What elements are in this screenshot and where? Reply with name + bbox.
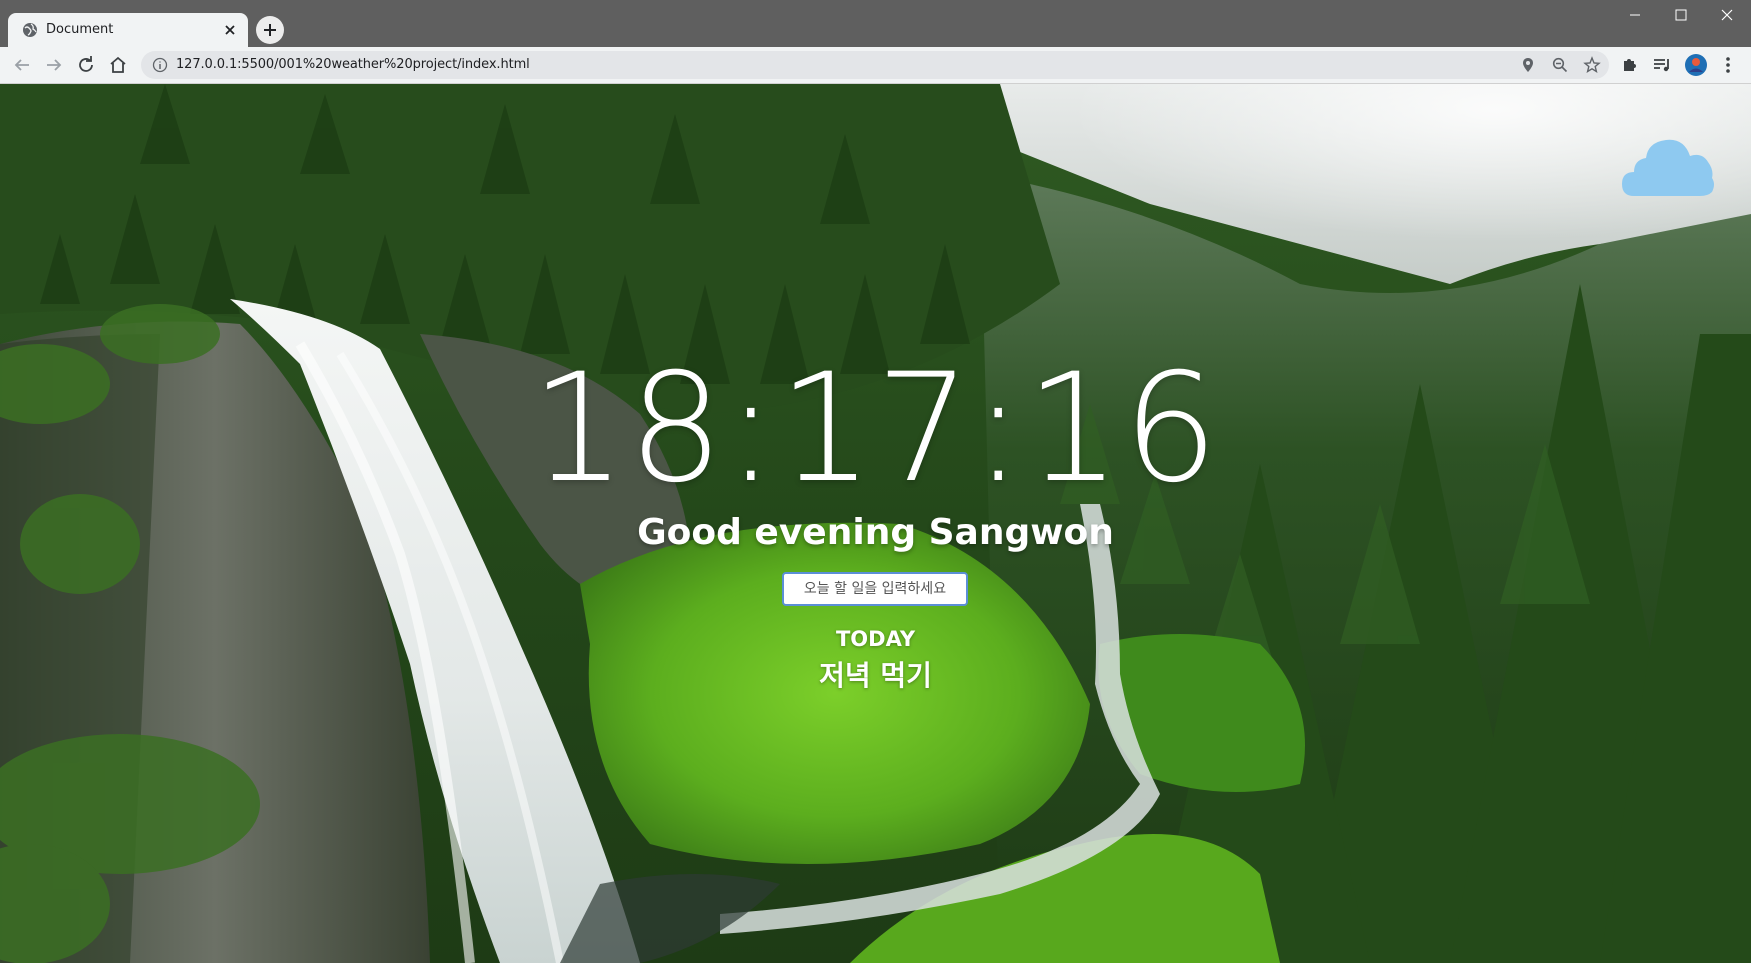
url-text: 127.0.0.1:5500/001%20weather%20project/i… (176, 57, 530, 72)
todo-list-title: TODAY (835, 627, 916, 651)
window-close-button[interactable] (1704, 0, 1750, 32)
avatar[interactable] (1684, 53, 1708, 77)
address-bar[interactable]: 127.0.0.1:5500/001%20weather%20project/i… (141, 51, 1609, 79)
browser-window: Document 127.0.0.1:5500/001%20weather%20… (0, 0, 1751, 963)
tab-document[interactable]: Document (8, 13, 248, 47)
reload-icon[interactable] (74, 53, 98, 77)
todo-input[interactable] (782, 572, 968, 606)
location-pin-icon[interactable] (1519, 56, 1537, 74)
minimize-button[interactable] (1612, 0, 1658, 32)
star-icon[interactable] (1583, 56, 1601, 74)
arrow-right-icon[interactable] (42, 53, 66, 77)
greeting-text: Good evening Sangwon (637, 512, 1114, 553)
globe-icon (23, 23, 37, 37)
info-icon[interactable] (152, 57, 168, 73)
close-icon[interactable] (222, 22, 238, 38)
zoom-out-icon[interactable] (1551, 56, 1569, 74)
clock-display: 18:17:16 (530, 342, 1221, 516)
tab-strip: Document (0, 0, 1751, 47)
arrow-left-icon[interactable] (10, 53, 34, 77)
cloud-icon (1622, 139, 1714, 196)
page-viewport: 18:17:16 Good evening Sangwon TODAY 저녁 먹… (0, 84, 1751, 963)
playlist-icon[interactable] (1650, 53, 1674, 77)
maximize-button[interactable] (1658, 0, 1704, 32)
plus-icon (264, 24, 276, 36)
puzzle-icon[interactable] (1618, 53, 1642, 77)
home-icon[interactable] (106, 53, 130, 77)
tab-title: Document (46, 22, 114, 37)
kebab-menu-icon[interactable] (1716, 53, 1740, 77)
new-tab-button[interactable] (256, 16, 284, 44)
browser-toolbar: 127.0.0.1:5500/001%20weather%20project/i… (0, 47, 1751, 84)
todo-item[interactable]: 저녁 먹기 (0, 654, 1751, 694)
